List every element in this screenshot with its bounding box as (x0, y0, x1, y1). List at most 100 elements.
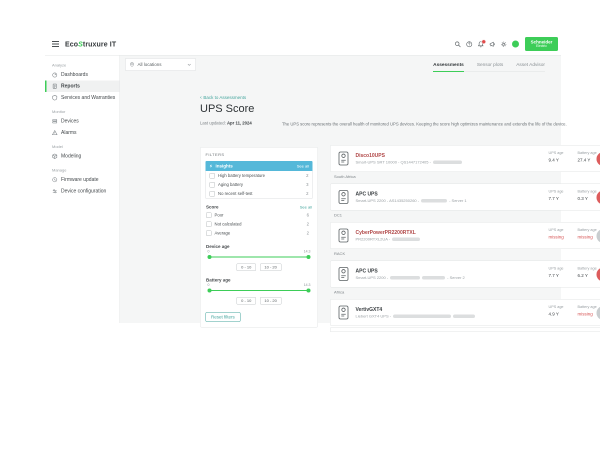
score-options: Poor 6 Not calculated 2 Average 2 (206, 211, 313, 238)
battery-age-slider: 0 14.3 (208, 283, 311, 295)
option-count: 6 (307, 213, 309, 218)
battery-age-label: Battery age (206, 278, 313, 283)
page-description: The UPS score represents the overall hea… (282, 122, 600, 127)
location-selector-value: All locations (138, 62, 162, 67)
option-label: Average (215, 231, 231, 236)
brand-line2: Electric (536, 45, 547, 48)
checkbox[interactable] (206, 212, 212, 218)
filter-option-poor[interactable]: Poor 6 (206, 211, 313, 220)
device-age-range-1[interactable]: 0 - 10 (237, 264, 256, 272)
sidebar-item-label: Modeling (61, 154, 81, 160)
device-location: DC1 (334, 213, 600, 218)
filters-panel: FILTERS Insights See all High battery te… (200, 147, 318, 328)
reset-filters-button[interactable]: Reset filters (206, 312, 241, 322)
settings-icon[interactable] (501, 41, 508, 48)
sidebar-item-alarms[interactable]: Alarms (45, 127, 120, 139)
battery-age-max-handle[interactable] (307, 289, 311, 293)
device-name: APC UPS (356, 191, 467, 197)
tab-assessments[interactable]: Assessments (433, 62, 464, 72)
checkbox[interactable] (206, 230, 212, 236)
score-badge: 6 /100 (597, 152, 600, 166)
insights-see-all-link[interactable]: See all (297, 164, 309, 169)
ups-age-value: 7.7 Y (549, 196, 564, 201)
back-link-label: Back to Assessments (203, 95, 246, 100)
filter-option-average[interactable]: Average 2 (206, 229, 313, 238)
tab-sensor-plots[interactable]: Sensor plots (477, 62, 503, 72)
logo-suffix: truxure (83, 40, 108, 48)
partial-next-card (330, 327, 600, 332)
menu-icon[interactable] (52, 41, 59, 47)
sidebar-item-firmware-update[interactable]: Firmware update (45, 174, 120, 186)
filter-option-aging-battery[interactable]: Aging battery 3 (206, 180, 312, 189)
ups-age-label: UPS age (549, 228, 564, 233)
battery-age-range-1[interactable]: 0 - 10 (237, 297, 256, 305)
score-badge: 11 /100 (597, 268, 600, 282)
sidebar-item-reports[interactable]: Reports (45, 81, 120, 93)
location-selector[interactable]: All locations (125, 58, 196, 71)
ups-age-value: 9.4 Y (549, 158, 564, 163)
last-updated-label: Last updated: (200, 121, 226, 126)
reports-icon (52, 84, 58, 90)
option-label: Aging battery (218, 182, 243, 187)
notifications-icon[interactable] (478, 41, 485, 48)
device-card-disco10ups[interactable]: Disco10UPS Smart-UPS SRT 10000 - QS14471… (330, 145, 600, 172)
sidebar-item-device-configuration[interactable]: Device configuration (45, 186, 120, 198)
announcements-icon[interactable] (489, 41, 496, 48)
firmware-update-icon (52, 177, 58, 183)
device-card-apc-ups-2[interactable]: APC UPS Smart-UPS 2200 -- Server 2 UPS a… (330, 261, 600, 288)
option-label: High battery temperature (218, 173, 265, 178)
modeling-icon (52, 154, 58, 160)
device-age-range-2[interactable]: 10 - 20 (260, 264, 281, 272)
option-label: No recent self-test (218, 191, 252, 196)
page-title: UPS Score (200, 102, 254, 115)
slider-max-label: 14.3 (304, 284, 311, 288)
ups-age-label: UPS age (549, 189, 564, 194)
battery-age-label: Battery age (578, 266, 597, 271)
option-count: 2 (307, 222, 309, 227)
device-age-label: Device age (206, 244, 313, 249)
scaled-canvas: EcoStruxure IT Schneider Electric (0, 0, 600, 450)
sidebar-item-label: Dashboards (61, 72, 88, 78)
help-icon[interactable] (466, 41, 473, 48)
services-warranties-icon (52, 95, 58, 101)
chevron-down-icon (187, 62, 192, 67)
battery-age-min-handle[interactable] (208, 289, 212, 293)
device-subtitle: PR2200RTXL2UA - (356, 237, 421, 242)
score-see-all-link[interactable]: See all (300, 205, 312, 210)
search-icon[interactable] (455, 41, 462, 48)
sidebar-item-services-and-warranties[interactable]: Services and Warranties (45, 92, 120, 104)
checkbox[interactable] (206, 221, 212, 227)
sidebar-section-model: Model (52, 145, 120, 150)
battery-age-range-2[interactable]: 10 - 20 (260, 297, 281, 305)
back-link[interactable]: ‹ Back to Assessments (200, 95, 246, 100)
insights-filter-header[interactable]: Insights See all (206, 161, 313, 171)
device-card-apc-ups-1[interactable]: APC UPS Smart-UPS 2200 - AS1435250260 --… (330, 184, 600, 211)
device-configuration-icon (52, 189, 58, 195)
battery-age-label: Battery age (578, 151, 597, 156)
device-age-slider: 0 14.3 (208, 250, 311, 262)
checkbox[interactable] (210, 173, 216, 179)
tab-asset-advisor[interactable]: Asset Advisor (516, 62, 545, 72)
device-card-cyberpower[interactable]: CyberPowerPR2200RTXL PR2200RTXL2UA - UPS… (330, 222, 600, 249)
sidebar-item-label: Device configuration (61, 189, 106, 195)
sidebar-item-label: Devices (61, 119, 79, 125)
sidebar-item-modeling[interactable]: Modeling (45, 151, 120, 163)
app-window: EcoStruxure IT Schneider Electric (45, 33, 561, 323)
device-name: VertivGXT4 (356, 307, 476, 313)
filter-option-not-calculated[interactable]: Not calculated 2 (206, 220, 313, 229)
filter-option-no-recent-self-test[interactable]: No recent self-test 2 (206, 189, 312, 198)
logo-prefix: Eco (65, 40, 78, 48)
checkbox[interactable] (210, 191, 216, 197)
filter-option-high-battery-temperature[interactable]: High battery temperature 2 (206, 171, 312, 180)
checkbox[interactable] (210, 182, 216, 188)
main-content: All locations Assessments Sensor plots A… (120, 55, 561, 323)
sidebar-item-devices[interactable]: Devices (45, 116, 120, 128)
schneider-electric-logo: Schneider Electric (525, 37, 558, 51)
device-card-vertivgxt4[interactable]: VertivGXT4 Liebert GXT4 UPS - UPS age 4.… (330, 299, 600, 326)
device-age-max-handle[interactable] (307, 255, 311, 259)
filters-title: FILTERS (206, 153, 313, 158)
sidebar-item-dashboards[interactable]: Dashboards (45, 69, 120, 81)
device-age-min-handle[interactable] (208, 255, 212, 259)
device-subtitle: Liebert GXT4 UPS - (356, 314, 476, 319)
user-avatar[interactable] (512, 41, 519, 48)
